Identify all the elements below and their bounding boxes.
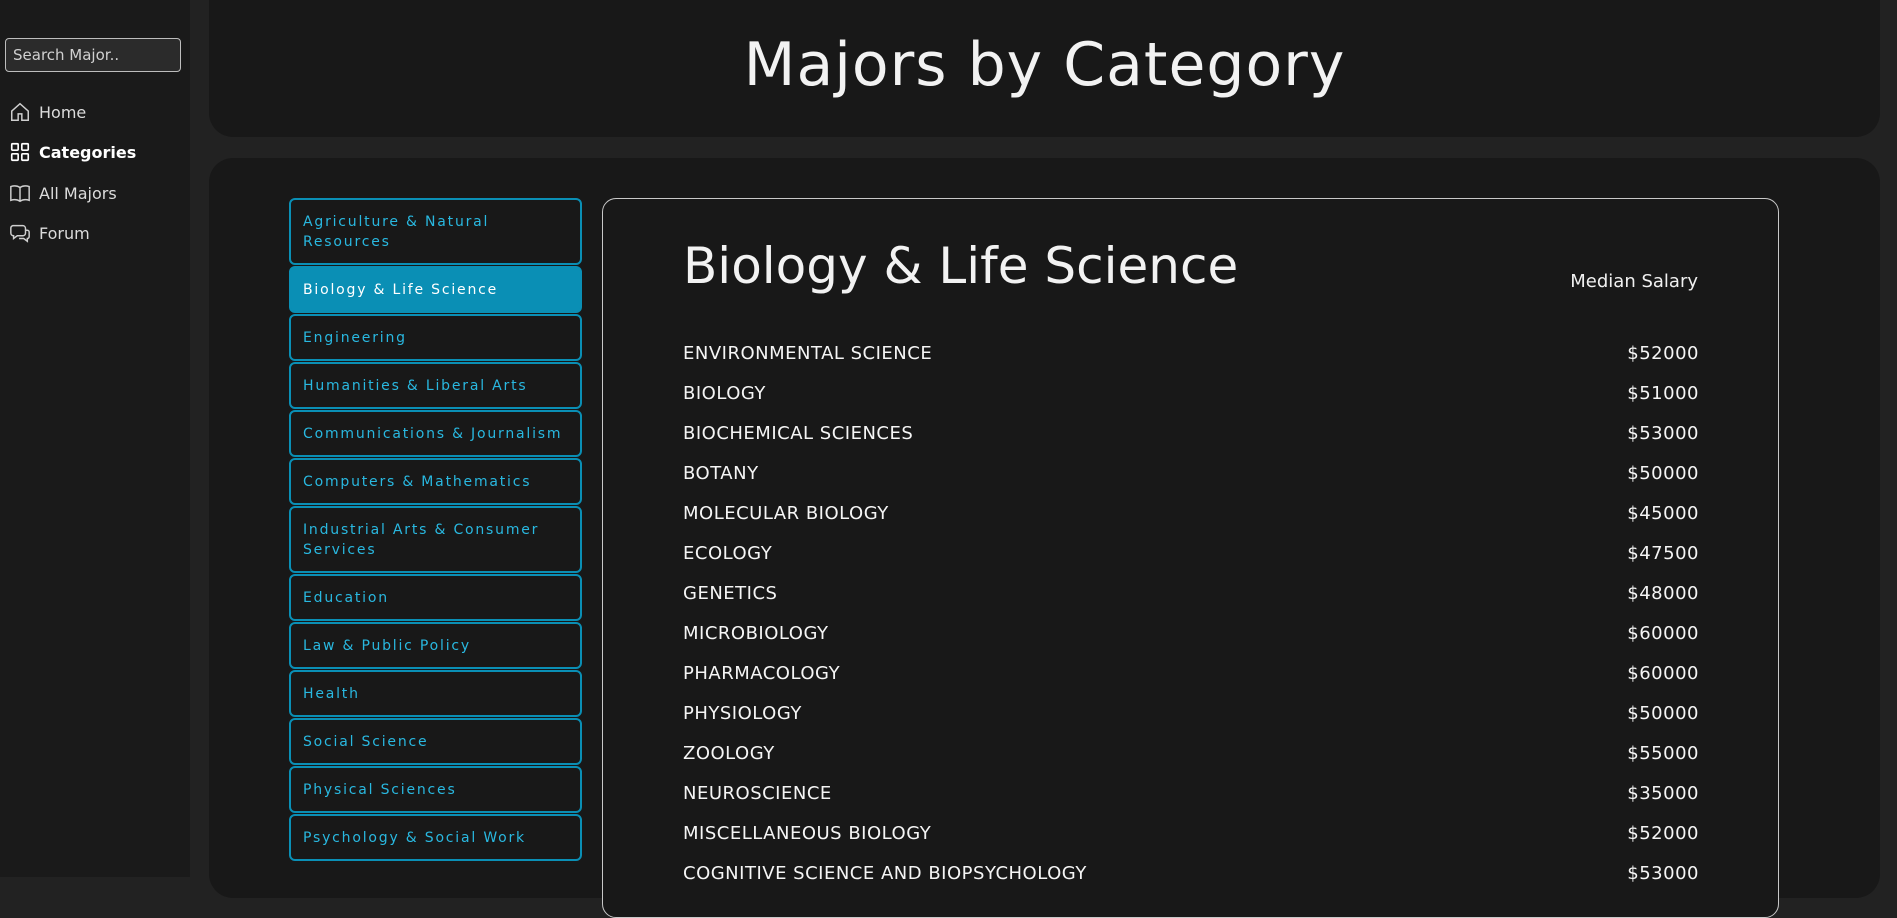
table-row: GENETICS $48000 — [683, 573, 1699, 613]
median-salary-value: $60000 — [1627, 622, 1699, 644]
table-row: BIOCHEMICAL SCIENCES $53000 — [683, 413, 1699, 453]
category-button[interactable]: Social Science — [289, 718, 582, 765]
home-icon — [11, 102, 29, 121]
category-title: Biology & Life Science — [683, 237, 1239, 295]
sidebar: Home Categories All Majors Forum — [0, 0, 190, 877]
category-button[interactable]: Health — [289, 670, 582, 717]
major-name: MISCELLANEOUS BIOLOGY — [683, 822, 932, 844]
median-salary-value: $53000 — [1627, 422, 1699, 444]
major-name: GENETICS — [683, 582, 778, 604]
major-name: MOLECULAR BIOLOGY — [683, 502, 889, 524]
major-name: MICROBIOLOGY — [683, 622, 829, 644]
major-name: PHYSIOLOGY — [683, 702, 802, 724]
median-salary-value: $35000 — [1627, 782, 1699, 804]
nav-item-label: Categories — [39, 142, 137, 162]
median-salary-value: $51000 — [1627, 382, 1699, 404]
table-row: PHYSIOLOGY $50000 — [683, 693, 1699, 733]
search-input[interactable] — [5, 38, 181, 72]
category-button[interactable]: Humanities & Liberal Arts — [289, 362, 582, 409]
median-salary-value: $50000 — [1627, 462, 1699, 484]
grid-icon — [10, 142, 30, 162]
chat-icon — [10, 224, 30, 243]
category-button[interactable]: Communications & Journalism — [289, 410, 582, 457]
nav-item-categories[interactable]: Categories — [9, 139, 136, 165]
category-button[interactable]: Physical Sciences — [289, 766, 582, 813]
book-icon — [10, 185, 30, 203]
median-salary-value: $53000 — [1627, 862, 1699, 884]
median-salary-value: $50000 — [1627, 702, 1699, 724]
category-button[interactable]: Biology & Life Science — [289, 266, 582, 313]
nav-item-label: All Majors — [39, 183, 117, 203]
major-name: NEUROSCIENCE — [683, 782, 832, 804]
major-name: BOTANY — [683, 462, 759, 484]
major-name: BIOLOGY — [683, 382, 766, 404]
category-button[interactable]: Industrial Arts & Consumer Services — [289, 506, 582, 573]
category-button[interactable]: Computers & Mathematics — [289, 458, 582, 505]
table-row: BIOLOGY $51000 — [683, 373, 1699, 413]
table-row: MICROBIOLOGY $60000 — [683, 613, 1699, 653]
nav-item-label: Forum — [39, 223, 90, 243]
table-row: ZOOLOGY $55000 — [683, 733, 1699, 773]
median-salary-value: $45000 — [1627, 502, 1699, 524]
table-row: MISCELLANEOUS BIOLOGY $52000 — [683, 813, 1699, 853]
table-row: ENVIRONMENTAL SCIENCE $52000 — [683, 333, 1699, 373]
category-button[interactable]: Agriculture & Natural Resources — [289, 198, 582, 265]
main-panel: Agriculture & Natural Resources Biology &… — [209, 158, 1880, 918]
table-row: BOTANY $50000 — [683, 453, 1699, 493]
table-row: NEUROSCIENCE $35000 — [683, 773, 1699, 813]
majors-table: ENVIRONMENTAL SCIENCE $52000 BIOLOGY $51000… — [683, 333, 1699, 893]
median-salary-value: $47500 — [1627, 542, 1699, 564]
nav-item-label: Home — [39, 102, 87, 122]
major-name: PHARMACOLOGY — [683, 662, 841, 684]
category-button[interactable]: Engineering — [289, 314, 582, 361]
median-salary-value: $48000 — [1627, 582, 1699, 604]
median-salary-header: Median Salary — [1570, 271, 1698, 292]
major-name: COGNITIVE SCIENCE AND BIOPSYCHOLOGY — [683, 862, 1087, 884]
major-name: ECOLOGY — [683, 542, 773, 564]
table-row: PHARMACOLOGY $60000 — [683, 653, 1699, 693]
page-title: Majors by Category — [743, 30, 1346, 100]
median-salary-value: $60000 — [1627, 662, 1699, 684]
table-row: COGNITIVE SCIENCE AND BIOPSYCHOLOGY $5300… — [683, 853, 1699, 893]
median-salary-value: $55000 — [1627, 742, 1699, 764]
category-button[interactable]: Law & Public Policy — [289, 622, 582, 669]
table-row: ECOLOGY $47500 — [683, 533, 1699, 573]
major-name: ENVIRONMENTAL SCIENCE — [683, 342, 933, 364]
major-name: BIOCHEMICAL SCIENCES — [683, 422, 914, 444]
nav-item-forum[interactable]: Forum — [9, 220, 90, 246]
median-salary-value: $52000 — [1627, 342, 1699, 364]
category-button[interactable]: Psychology & Social Work — [289, 814, 582, 861]
table-row: MOLECULAR BIOLOGY $45000 — [683, 493, 1699, 533]
category-detail-card: Biology & Life Science Median Salary ENV… — [602, 198, 1779, 918]
category-list: Agriculture & Natural Resources Biology &… — [289, 198, 582, 862]
header-panel: Majors by Category — [209, 0, 1880, 137]
nav-item-all-majors[interactable]: All Majors — [9, 180, 117, 206]
category-button[interactable]: Education — [289, 574, 582, 621]
nav-item-home[interactable]: Home — [9, 99, 86, 125]
median-salary-value: $52000 — [1627, 822, 1699, 844]
major-name: ZOOLOGY — [683, 742, 775, 764]
